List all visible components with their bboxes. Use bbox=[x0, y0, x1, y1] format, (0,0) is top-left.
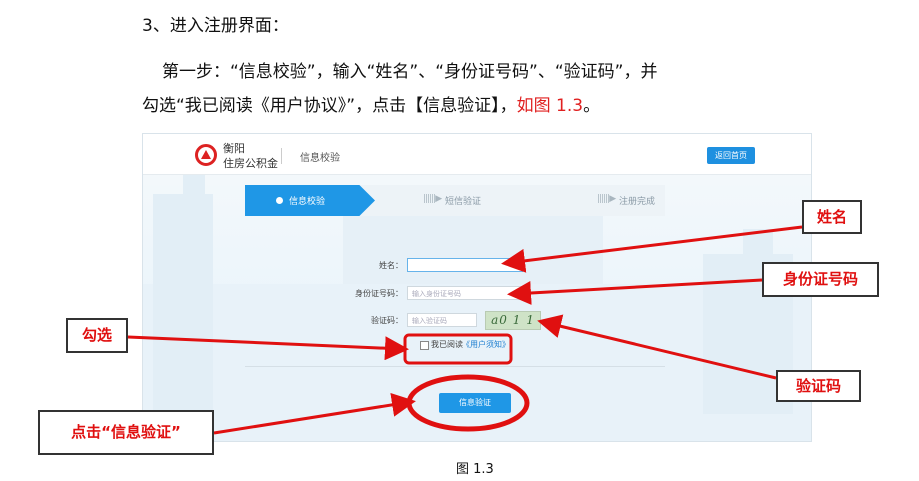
verify-button[interactable]: 信息验证 bbox=[439, 393, 511, 413]
home-button[interactable]: 返回首页 bbox=[707, 147, 755, 164]
header-title: 信息校验 bbox=[300, 153, 340, 164]
captcha-image[interactable]: a0 1 1 bbox=[485, 311, 541, 330]
callout-name: 姓名 bbox=[802, 200, 862, 234]
figure-reference: 如图 1.3 bbox=[516, 96, 584, 116]
step-progress: 信息校验 ||||||▶ 短信验证 ||||||▶ 注册完成 bbox=[245, 185, 665, 216]
site-header: 衡阳 住房公积金 信息校验 返回首页 bbox=[143, 134, 811, 175]
callout-captcha: 验证码 bbox=[776, 370, 861, 402]
figure-caption: 图 1.3 bbox=[456, 462, 494, 477]
step-2-label: 短信验证 bbox=[445, 197, 482, 207]
step-1-label: 信息校验 bbox=[289, 197, 326, 207]
agree-checkbox[interactable] bbox=[420, 341, 429, 350]
section-heading: 3、进入注册界面： bbox=[142, 16, 289, 36]
step-3-label: 注册完成 bbox=[619, 197, 656, 207]
logo-icon bbox=[195, 144, 217, 166]
header-divider bbox=[281, 148, 282, 164]
step-dot-icon bbox=[276, 197, 283, 204]
logo-text-line1: 衡阳 bbox=[223, 142, 245, 155]
name-input[interactable] bbox=[407, 258, 523, 272]
callout-tick: 勾选 bbox=[66, 318, 128, 353]
agree-text: 我已阅读 bbox=[431, 340, 463, 349]
form-divider bbox=[245, 366, 665, 367]
paragraph-line-2: 勾选“我已阅读《用户协议》”，点击【信息验证】，如图 1.3。 bbox=[142, 91, 600, 116]
callout-click-verify: 点击“信息验证” bbox=[38, 410, 214, 455]
step-arrow-icon: ||||||▶ bbox=[423, 194, 442, 204]
user-notice-link[interactable]: 《用户须知》 bbox=[462, 339, 510, 350]
id-number-input[interactable]: 输入身份证号码 bbox=[407, 286, 523, 300]
step-arrow-icon: ||||||▶ bbox=[597, 194, 616, 204]
captcha-label: 验证码： bbox=[371, 316, 403, 325]
captcha-input[interactable]: 输入验证码 bbox=[407, 313, 477, 327]
registration-screenshot: 衡阳 住房公积金 信息校验 返回首页 信息校验 ||||||▶ 短信验证 |||… bbox=[142, 133, 812, 442]
logo-text-line2: 住房公积金 bbox=[223, 157, 278, 170]
name-label: 姓名： bbox=[379, 261, 403, 270]
paragraph-line-2-text: 勾选“我已阅读《用户协议》”，点击【信息验证】， bbox=[142, 96, 517, 116]
callout-id-number: 身份证号码 bbox=[762, 262, 879, 297]
paragraph-line-1: 第一步：“信息校验”，输入“姓名”、“身份证号码”、“验证码”，并 bbox=[162, 62, 658, 82]
step-1-active: 信息校验 bbox=[245, 185, 375, 216]
id-number-label: 身份证号码： bbox=[355, 289, 403, 298]
paragraph-line-2-end: 。 bbox=[583, 96, 601, 116]
